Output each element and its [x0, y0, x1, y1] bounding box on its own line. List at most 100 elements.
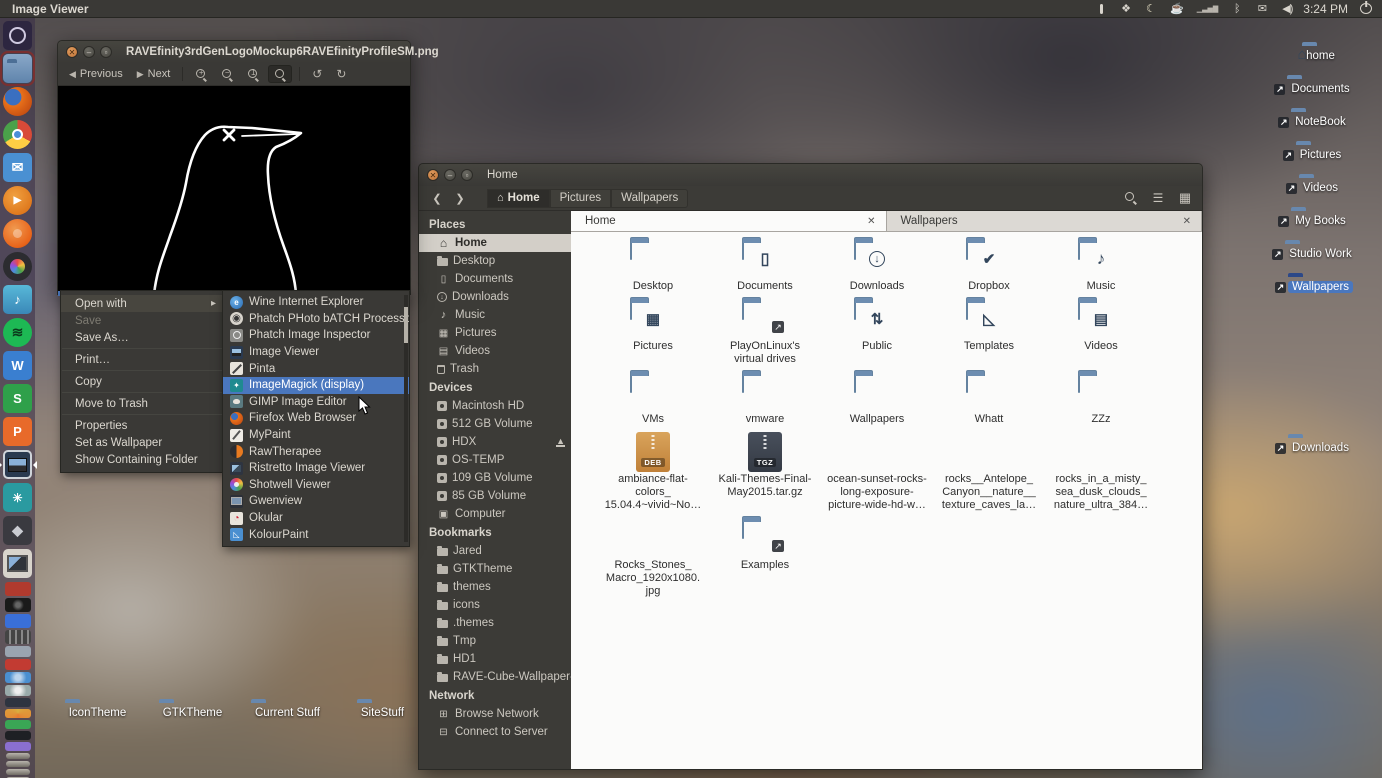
wps-spreadsheets-icon[interactable]: S — [3, 384, 32, 413]
previous-button[interactable]: Previous — [64, 66, 128, 82]
fold-icon[interactable] — [6, 769, 30, 775]
image-canvas[interactable] — [58, 86, 410, 296]
tab[interactable]: Home — [571, 211, 887, 231]
burner-icon[interactable] — [5, 659, 31, 670]
submenu-item[interactable]: RawTherapee — [223, 443, 409, 460]
search-icon[interactable] — [1122, 190, 1140, 206]
file-manager-titlebar[interactable]: Home — [419, 164, 1202, 186]
desktop-icon-gtktheme[interactable]: GTKTheme — [145, 703, 240, 721]
signal-icon[interactable] — [1197, 2, 1219, 16]
submenu-item[interactable]: Okular — [223, 510, 409, 527]
context-menu-item[interactable] — [61, 390, 224, 395]
picture-frame-icon[interactable] — [3, 549, 32, 578]
music-app-icon[interactable]: ♪ — [3, 285, 32, 314]
context-menu-item[interactable]: Save — [61, 312, 224, 329]
zoom-in-button[interactable]: + — [190, 66, 212, 82]
thermometer-icon[interactable] — [1095, 2, 1107, 16]
submenu-scrollbar[interactable] — [404, 295, 408, 542]
file-item[interactable]: Public — [821, 302, 933, 366]
photo-manager-icon[interactable] — [3, 252, 32, 281]
launcher-ubuntu-icon[interactable] — [3, 21, 32, 50]
file-list-area[interactable]: Desktop Documents — [571, 232, 1202, 769]
minimize-button[interactable] — [444, 169, 456, 181]
film-app-icon[interactable] — [5, 630, 31, 644]
sidebar-item[interactable]: 512 GB Volume — [419, 415, 571, 433]
sidebar-item[interactable]: 109 GB Volume — [419, 469, 571, 487]
sidebar-item[interactable]: themes — [419, 578, 571, 596]
spotify-icon[interactable] — [3, 318, 32, 347]
file-item[interactable]: rocks_in_a_misty_ sea_dusk_clouds_ natur… — [1045, 435, 1157, 512]
sidebar-item[interactable]: Home — [419, 234, 571, 252]
toolbox-icon[interactable] — [5, 698, 31, 707]
zoom-normal-button[interactable]: 1 — [242, 66, 264, 82]
weather-icon[interactable] — [1145, 2, 1157, 16]
player-green-icon[interactable] — [5, 720, 31, 729]
chrome-icon[interactable] — [3, 120, 32, 149]
firefox-icon[interactable] — [3, 87, 32, 116]
disc-silver-icon[interactable] — [5, 685, 31, 696]
grid-view-icon[interactable] — [1176, 190, 1194, 206]
viewer-titlebar[interactable]: RAVEfinity3rdGenLogoMockup6RAVEfinityPro… — [58, 41, 410, 63]
laptop-icon[interactable] — [5, 731, 31, 740]
email-icon[interactable] — [3, 153, 32, 182]
optical-disc-icon[interactable] — [5, 598, 31, 612]
eject-icon[interactable] — [556, 437, 565, 447]
stack-icon[interactable] — [5, 742, 31, 751]
file-item[interactable]: Dropbox — [933, 242, 1045, 293]
desktop-icon-videos[interactable]: Videos — [1273, 178, 1368, 196]
desktop-icon-home[interactable]: home — [1273, 46, 1368, 64]
submenu-item[interactable]: Shotwell Viewer — [223, 477, 409, 494]
tab-close-icon[interactable] — [1183, 216, 1191, 227]
file-item[interactable]: Desktop — [597, 242, 709, 293]
wps-presentation-icon[interactable]: P — [3, 417, 32, 446]
sidebar-item[interactable]: Music — [419, 306, 571, 324]
file-item[interactable]: ocean-sunset-rocks-long-exposure-picture… — [821, 435, 933, 512]
context-menu-item[interactable]: Print… — [61, 351, 224, 368]
desktop-icon-my-books[interactable]: My Books — [1273, 211, 1368, 229]
submenu-item[interactable]: Image Viewer — [223, 344, 409, 361]
file-item[interactable]: ZZz — [1045, 375, 1157, 426]
sidebar-item[interactable]: Computer — [419, 505, 571, 523]
sidebar-item[interactable]: Tmp — [419, 632, 571, 650]
file-item[interactable]: Pictures — [597, 302, 709, 366]
desktop-icon-studio-work[interactable]: Studio Work — [1273, 244, 1368, 262]
sidebar-item[interactable]: Trash — [419, 360, 571, 378]
file-item[interactable]: TGZ Kali-Themes-Final-May2015.tar.gz — [709, 435, 821, 512]
file-item[interactable]: Downloads — [821, 242, 933, 293]
image-viewer-icon[interactable] — [3, 450, 32, 479]
file-item[interactable]: vmware — [709, 375, 821, 426]
media-disc-icon[interactable] — [5, 709, 31, 718]
fold-icon[interactable] — [6, 753, 30, 759]
context-menu-item[interactable]: Save As… — [61, 329, 224, 346]
submenu-item[interactable]: Ristretto Image Viewer — [223, 460, 409, 477]
sidebar-item[interactable]: 85 GB Volume — [419, 487, 571, 505]
zoom-fit-button[interactable] — [268, 65, 292, 83]
media-player-icon[interactable] — [3, 186, 32, 215]
downloader-icon[interactable] — [5, 614, 31, 628]
disc-blue-icon[interactable] — [5, 672, 31, 683]
submenu-item[interactable]: Pinta — [223, 360, 409, 377]
back-button[interactable]: ❮ — [427, 189, 447, 207]
breadcrumb-item[interactable]: Wallpapers — [611, 189, 688, 208]
sidebar-item[interactable]: .themes — [419, 614, 571, 632]
file-item[interactable]: rocks__Antelope_ Canyon__nature__ textur… — [933, 435, 1045, 512]
submenu-item[interactable]: GIMP Image Editor — [223, 394, 409, 411]
sidebar-item[interactable]: RAVE-Cube-Wallpaper-… — [419, 668, 571, 686]
clementine-icon[interactable] — [3, 219, 32, 248]
file-item[interactable]: Music — [1045, 242, 1157, 293]
desktop-icon-documents[interactable]: Documents — [1273, 79, 1368, 97]
close-button[interactable] — [427, 169, 439, 181]
sidebar-item[interactable]: Downloads — [419, 288, 571, 306]
sidebar-item[interactable]: HDX — [419, 433, 571, 451]
submenu-item[interactable]: Wine Internet Explorer — [223, 294, 409, 311]
file-item[interactable]: DEB ambiance-flat-colors_ 15.04.4~vivid~… — [597, 435, 709, 512]
context-menu-item[interactable]: Open with — [61, 295, 224, 312]
sidebar-item[interactable]: HD1 — [419, 650, 571, 668]
submenu-item[interactable]: Phatch PHoto bATCH Processor — [223, 311, 409, 328]
weather-app-icon[interactable] — [5, 646, 31, 657]
forward-button[interactable]: ❯ — [450, 189, 470, 207]
coffee-icon[interactable] — [1170, 2, 1184, 16]
rotate-right-button[interactable] — [331, 65, 351, 83]
sidebar-item[interactable]: Desktop — [419, 252, 571, 270]
darktable-icon[interactable] — [3, 516, 32, 545]
